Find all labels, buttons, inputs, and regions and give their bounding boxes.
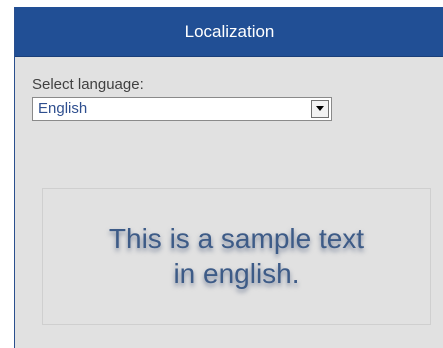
dropdown-button[interactable] <box>311 100 329 118</box>
chevron-down-icon <box>316 106 324 111</box>
panel-header: Localization <box>15 7 443 57</box>
sample-text-line-1: This is a sample text <box>108 223 365 254</box>
language-select[interactable]: English <box>32 97 332 121</box>
sample-text: This is a sample text in english. <box>43 221 430 291</box>
localization-panel: Localization Select language: English Th… <box>14 7 443 348</box>
language-select-label: Select language: <box>32 76 144 93</box>
panel-title: Localization <box>184 22 275 41</box>
sample-text-line-2: in english. <box>173 258 300 289</box>
sample-text-box: This is a sample text in english. <box>42 188 431 325</box>
language-select-value: English <box>38 100 88 117</box>
